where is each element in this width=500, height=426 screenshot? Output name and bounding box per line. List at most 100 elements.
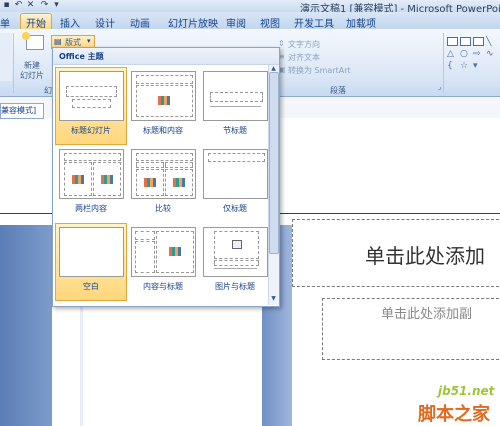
new-slide-button[interactable] [20, 32, 48, 57]
shapes-gallery[interactable]: ╲ △ ○ ⇨ ∿ { ☆ ▾ [447, 37, 499, 77]
redo-icon[interactable]: ↷ [40, 1, 49, 10]
layout-picture-with-caption[interactable]: 图片与标题 [200, 224, 270, 300]
ribbon-separator [443, 33, 444, 93]
text-direction-button[interactable]: 文字方向 [288, 39, 320, 50]
layout-thumbnail [203, 227, 268, 277]
layout-thumbnail [131, 227, 196, 277]
thumb-text-line [214, 268, 257, 269]
thumb-text-line [210, 106, 261, 107]
scroll-down-icon[interactable]: ▼ [269, 295, 278, 302]
thumb-title-box [64, 153, 121, 161]
new-slide-icon [22, 32, 44, 50]
layout-comparison[interactable]: 比较 [128, 146, 198, 222]
watermark-brand: 脚本之家 [418, 404, 490, 425]
thumb-text-box [135, 241, 155, 273]
tab-slideshow[interactable]: 幻灯片放映 [168, 15, 218, 30]
scrollbar-thumb[interactable] [269, 72, 279, 254]
thumb-content-box [93, 162, 121, 196]
app-menu-icon[interactable]: ▪ [2, 1, 11, 10]
close-icon[interactable]: ✕ [26, 1, 35, 10]
thumb-content-box [136, 169, 164, 196]
thumb-title-box [135, 231, 155, 240]
layout-title-only[interactable]: 仅标题 [200, 146, 270, 222]
layout-label: 仅标题 [223, 204, 247, 213]
text-options: ⇕ 文字方向 ≡ 对齐文本 ▣ 转换为 SmartArt [278, 39, 354, 79]
tab-developer[interactable]: 开发工具 [294, 15, 334, 30]
tab-animation[interactable]: 动画 [130, 15, 150, 30]
scroll-up-icon[interactable]: ▲ [269, 65, 278, 72]
layout-content-with-caption[interactable]: 内容与标题 [128, 224, 198, 300]
tab-view[interactable]: 视图 [260, 15, 280, 30]
layout-label: 内容与标题 [143, 282, 183, 291]
content-icons [101, 175, 113, 184]
document-tab-label: 兼容模式] [1, 106, 37, 115]
brace-shape-icon[interactable]: { [447, 61, 453, 71]
layout-gallery: Office 主题 标题幻灯片 标题和内容 节标题 两栏内容 比较 仅标题 空白… [52, 47, 280, 307]
customize-icon[interactable]: ▾ [52, 1, 61, 10]
tab-insert[interactable]: 插入 [60, 15, 80, 30]
content-icons [72, 175, 84, 184]
triangle-shape-icon[interactable]: △ [447, 49, 454, 59]
layout-title-content[interactable]: 标题和内容 [128, 68, 198, 144]
title-placeholder[interactable]: 单击此处添加 [292, 219, 500, 287]
star-shape-icon[interactable]: ☆ [460, 61, 468, 71]
layout-blank[interactable]: 空白 [55, 223, 127, 301]
line-shape-icon[interactable]: ╲ [486, 37, 491, 47]
title-bar: ▪ ↶ ✕ ↷ ▾ 演示文稿1 [兼容模式] - Microsoft Power… [0, 0, 500, 15]
layout-label: 图片与标题 [215, 282, 255, 291]
oval-shape-icon[interactable]: ○ [460, 49, 468, 59]
undo-icon[interactable]: ↶ [14, 1, 23, 10]
gallery-header: Office 主题 [53, 48, 279, 65]
watermark-url: jb51.net [438, 384, 495, 398]
convert-smartart-button[interactable]: 转换为 SmartArt [288, 65, 351, 76]
ribbon-separator [13, 33, 14, 93]
dialog-launcher-icon[interactable]: ⌟ [438, 83, 441, 91]
ribbon-tabs: 单 开始 插入 设计 动画 幻灯片放映 审阅 视图 开发工具 加载项 [0, 12, 500, 31]
curve-shape-icon[interactable]: ∿ [486, 49, 494, 59]
layout-label: 标题幻灯片 [71, 126, 111, 135]
thumb-subtitle-box [72, 99, 111, 108]
layout-thumbnail [203, 149, 268, 199]
layout-thumbnail [131, 149, 196, 199]
rounded-rect-shape-icon[interactable] [473, 37, 484, 46]
layout-thumbnail [203, 71, 268, 121]
rectangle-shape-icon[interactable] [447, 37, 458, 46]
thumb-content-box [165, 169, 193, 196]
slide-thumbnail-decoration [0, 225, 52, 426]
layout-title-slide[interactable]: 标题幻灯片 [55, 67, 127, 145]
textbox-shape-icon[interactable] [460, 37, 471, 46]
tab-review[interactable]: 审阅 [226, 15, 246, 30]
gallery-header-label: Office 主题 [59, 52, 104, 61]
thumb-title-box [136, 75, 193, 84]
star-icon [22, 32, 30, 40]
layout-two-content[interactable]: 两栏内容 [56, 146, 126, 222]
thumb-content-box [136, 85, 193, 117]
thumb-content-box [156, 231, 194, 273]
group-slides-label: 幻 [44, 86, 52, 95]
tab-design[interactable]: 设计 [95, 15, 115, 30]
arrow-shape-icon[interactable]: ⇨ [473, 49, 481, 59]
new-slide-label-2: 幻灯片 [20, 71, 44, 80]
thumb-header-box [136, 162, 164, 168]
align-text-button[interactable]: 对齐文本 [288, 52, 320, 63]
layout-label: 两栏内容 [75, 204, 107, 213]
layout-label: 节标题 [223, 126, 247, 135]
layout-thumbnail [59, 227, 124, 277]
subtitle-placeholder-text: 单击此处添加副 [381, 307, 473, 322]
paste-button[interactable] [0, 33, 12, 81]
content-icons [158, 96, 170, 105]
content-icons [144, 178, 156, 187]
content-icons [169, 247, 181, 256]
title-placeholder-text: 单击此处添加 [365, 244, 485, 268]
tab-file[interactable]: 单 [0, 15, 10, 30]
more-shapes-icon[interactable]: ▾ [473, 61, 478, 71]
subtitle-placeholder[interactable]: 单击此处添加副 [322, 298, 500, 360]
layout-section-header[interactable]: 节标题 [200, 68, 270, 144]
tab-addins[interactable]: 加载项 [346, 15, 376, 30]
chevron-down-icon: ▾ [87, 37, 91, 45]
picture-icon [232, 240, 242, 249]
thumb-title-box [66, 86, 117, 97]
document-tab[interactable]: 兼容模式] [0, 103, 44, 119]
group-paragraph-label: 段落 [330, 86, 346, 95]
thumb-title-box [136, 153, 193, 161]
